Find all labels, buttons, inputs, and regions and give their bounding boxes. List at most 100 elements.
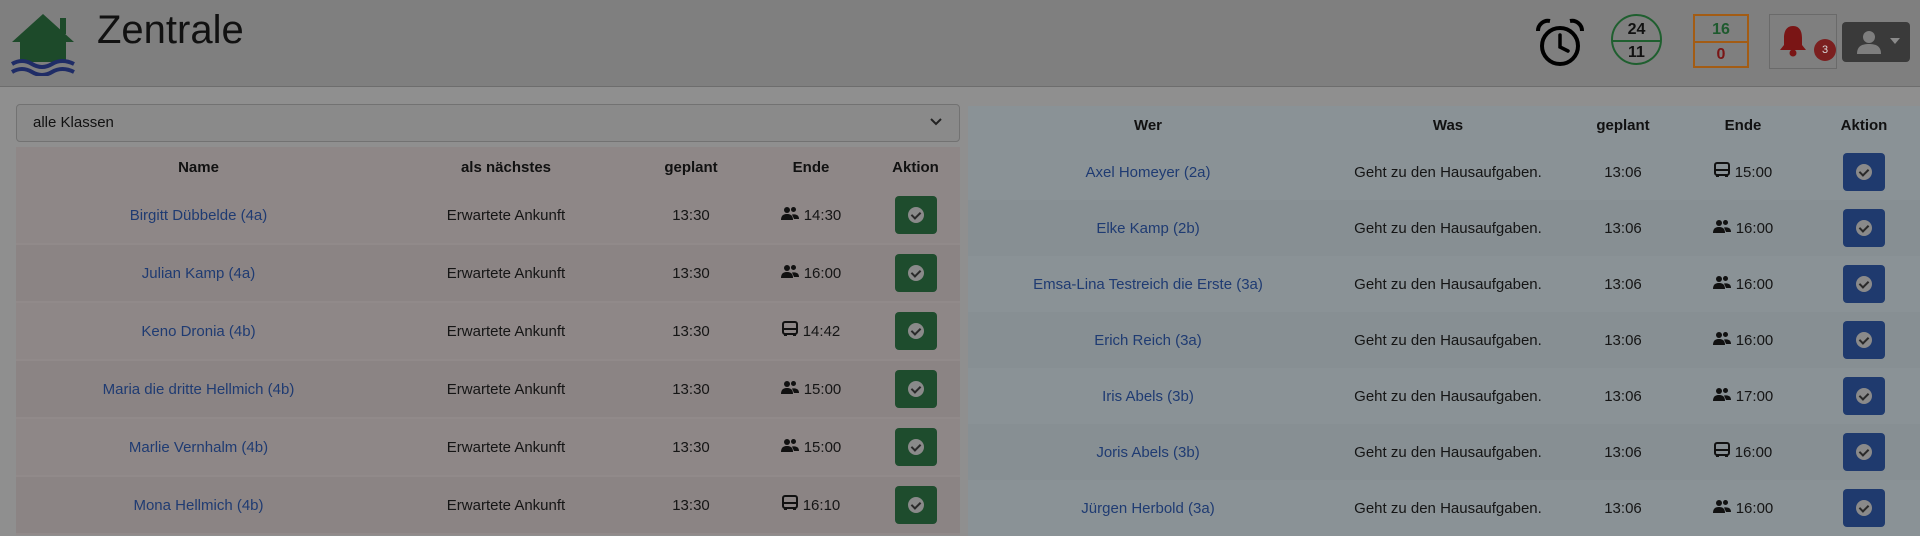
name-cell: Julian Kamp (4a) [16,244,381,303]
people-icon [1712,499,1731,517]
student-name-link[interactable]: Elke Kamp (2b) [1096,220,1199,237]
planned-cell: 13:06 [1568,200,1678,256]
check-circle-icon [1856,276,1872,292]
end-cell: 16:00 [1678,424,1808,480]
table-row: Mona Hellmich (4b) Erwartete Ankunft 13:30… [16,476,960,535]
people-icon [780,206,799,224]
end-cell: 17:00 [1678,368,1808,424]
circle-counter-bottom: 11 [1628,44,1645,61]
people-icon [1712,219,1731,237]
action-cell [1808,200,1920,256]
action-cell [1808,480,1920,536]
column-header-planned: geplant [631,147,751,187]
student-name-link[interactable]: Erich Reich (3a) [1094,332,1202,349]
name-cell: Mona Hellmich (4b) [16,476,381,535]
check-circle-icon [1856,388,1872,404]
chevron-down-icon [1890,38,1900,44]
name-cell: Joris Abels (3b) [968,424,1328,480]
confirm-button[interactable] [1843,321,1885,359]
next-cell: Erwartete Ankunft [381,418,631,477]
end-cell: 14:42 [751,302,871,361]
what-cell: Geht zu den Hausaufgaben. [1328,368,1568,424]
confirm-button[interactable] [894,370,937,408]
confirm-button[interactable] [1843,377,1885,415]
column-header-who: Wer [968,106,1328,144]
name-cell: Erich Reich (3a) [968,312,1328,368]
user-menu-button[interactable] [1842,22,1910,62]
end-cell: 16:00 [1678,312,1808,368]
square-counter-bottom: 0 [1716,46,1726,63]
student-name-link[interactable]: Marlie Vernhalm (4b) [129,439,268,456]
what-cell: Geht zu den Hausaufgaben. [1328,424,1568,480]
confirm-button[interactable] [894,486,937,524]
what-cell: Geht zu den Hausaufgaben. [1328,200,1568,256]
confirm-button[interactable] [1843,433,1885,471]
student-name-link[interactable]: Birgitt Dübbelde (4a) [130,207,268,224]
student-name-link[interactable]: Axel Homeyer (2a) [1085,164,1210,181]
next-cell: Erwartete Ankunft [381,476,631,535]
action-cell [871,302,960,361]
table-row: Julian Kamp (4a) Erwartete Ankunft 13:30 16… [16,244,960,303]
end-time: 16:00 [803,264,842,282]
table-row: Birgitt Dübbelde (4a) Erwartete Ankunft 13… [16,187,960,245]
people-icon [1712,275,1731,293]
circle-counter-badge[interactable]: 24 11 [1611,14,1662,65]
name-cell: Keno Dronia (4b) [16,302,381,361]
end-time: 16:00 [1734,443,1773,461]
student-name-link[interactable]: Julian Kamp (4a) [142,265,255,282]
house-water-logo-icon[interactable] [10,12,76,76]
check-circle-icon [907,265,924,281]
app-title: Zentrale [97,8,244,52]
column-header-planned: geplant [1568,106,1678,144]
student-name-link[interactable]: Keno Dronia (4b) [141,323,255,340]
table-row: Emsa-Lina Testreich die Erste (3a) Geht z… [968,256,1920,312]
people-icon [780,264,799,282]
planned-cell: 13:30 [631,244,751,303]
check-circle-icon [907,323,924,339]
planned-cell: 13:06 [1568,424,1678,480]
action-cell [1808,424,1920,480]
end-time: 16:00 [1735,499,1774,517]
action-cell [871,187,960,245]
planned-cell: 13:06 [1568,312,1678,368]
planned-cell: 13:30 [631,476,751,535]
what-cell: Geht zu den Hausaufgaben. [1328,312,1568,368]
confirm-button[interactable] [1843,489,1885,527]
student-name-link[interactable]: Jürgen Herbold (3a) [1081,500,1214,517]
alarm-clock-icon[interactable] [1534,17,1586,69]
confirm-button[interactable] [894,254,937,292]
end-time: 15:00 [803,438,842,456]
confirm-button[interactable] [894,428,937,466]
what-cell: Geht zu den Hausaufgaben. [1328,144,1568,200]
user-avatar-icon [1857,31,1881,54]
confirm-button[interactable] [894,196,937,234]
class-filter-value: alle Klassen [33,114,114,131]
planned-cell: 13:30 [631,302,751,361]
student-name-link[interactable]: Maria die dritte Hellmich (4b) [103,381,295,398]
people-icon [780,438,799,456]
confirm-button[interactable] [1843,153,1885,191]
circle-counter-top: 24 [1627,21,1646,38]
bus-icon [1713,442,1730,462]
square-counter-badge[interactable]: 16 0 [1693,14,1749,68]
column-header-end: Ende [751,147,871,187]
notifications-button[interactable]: 3 [1769,14,1837,69]
end-time: 15:00 [1734,163,1773,181]
name-cell: Elke Kamp (2b) [968,200,1328,256]
confirm-button[interactable] [1843,209,1885,247]
table-row: Jürgen Herbold (3a) Geht zu den Hausaufga… [968,480,1920,536]
column-header-next: als nächstes [381,147,631,187]
class-filter-select[interactable]: alle Klassen [16,104,960,142]
end-cell: 15:00 [1678,144,1808,200]
confirm-button[interactable] [894,312,937,350]
square-counter-top: 16 [1712,21,1730,38]
student-name-link[interactable]: Emsa-Lina Testreich die Erste (3a) [1033,276,1263,293]
student-name-link[interactable]: Mona Hellmich (4b) [133,497,263,514]
next-cell: Erwartete Ankunft [381,360,631,419]
end-time: 14:30 [803,206,842,224]
student-name-link[interactable]: Iris Abels (3b) [1102,388,1194,405]
end-time: 15:00 [803,380,842,398]
action-cell [1808,312,1920,368]
student-name-link[interactable]: Joris Abels (3b) [1096,444,1199,461]
confirm-button[interactable] [1843,265,1885,303]
